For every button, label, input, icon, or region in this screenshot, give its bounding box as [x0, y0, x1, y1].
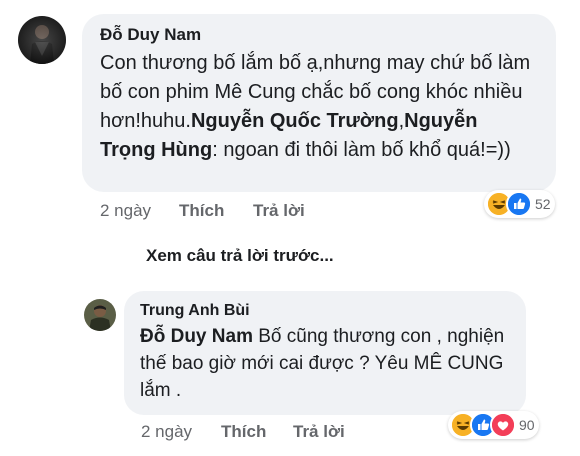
- mention-link[interactable]: Đỗ Duy Nam: [140, 326, 253, 347]
- avatar-photo: [84, 299, 116, 331]
- comment-actions: 2 ngày Thích Trả lời: [141, 422, 361, 444]
- reaction-count: 52: [535, 196, 551, 212]
- comment-bubble: Đỗ Duy Nam Con thương bố lắm bố ạ,nhưng …: [82, 14, 556, 192]
- like-action[interactable]: Thích: [221, 422, 266, 442]
- reply-bubble: Trung Anh Bùi Đỗ Duy Nam Bố cũng thương …: [124, 291, 526, 415]
- comment-author[interactable]: Trung Anh Bùi: [140, 300, 510, 321]
- comment-actions: 2 ngày Thích Trả lời: [100, 201, 320, 223]
- like-icon: [506, 191, 532, 217]
- love-icon: [490, 412, 516, 438]
- reply-action[interactable]: Trả lời: [293, 422, 345, 442]
- reaction-summary[interactable]: 52: [484, 190, 555, 218]
- avatar[interactable]: [84, 299, 116, 331]
- mention-link[interactable]: Nguyễn Quốc Trường: [191, 110, 399, 132]
- comment-timestamp[interactable]: 2 ngày: [141, 422, 192, 442]
- like-action[interactable]: Thích: [179, 201, 224, 221]
- avatar[interactable]: [18, 16, 66, 64]
- view-previous-replies-link[interactable]: Xem câu trả lời trước...: [146, 246, 334, 266]
- avatar-photo: [18, 16, 66, 64]
- reaction-summary[interactable]: 90: [448, 411, 539, 439]
- comment-text: Đỗ Duy Nam Bố cũng thương con , nghiện t…: [140, 323, 510, 404]
- comment-author[interactable]: Đỗ Duy Nam: [100, 24, 538, 46]
- reaction-count: 90: [519, 417, 535, 433]
- comment-timestamp[interactable]: 2 ngày: [100, 201, 151, 221]
- comment-text: Con thương bố lắm bố ạ,nhưng may chứ bố …: [100, 49, 538, 165]
- comment-text-tail: : ngoan đi thôi làm bố khổ quá!=)): [212, 139, 511, 161]
- reply-action[interactable]: Trả lời: [253, 201, 305, 221]
